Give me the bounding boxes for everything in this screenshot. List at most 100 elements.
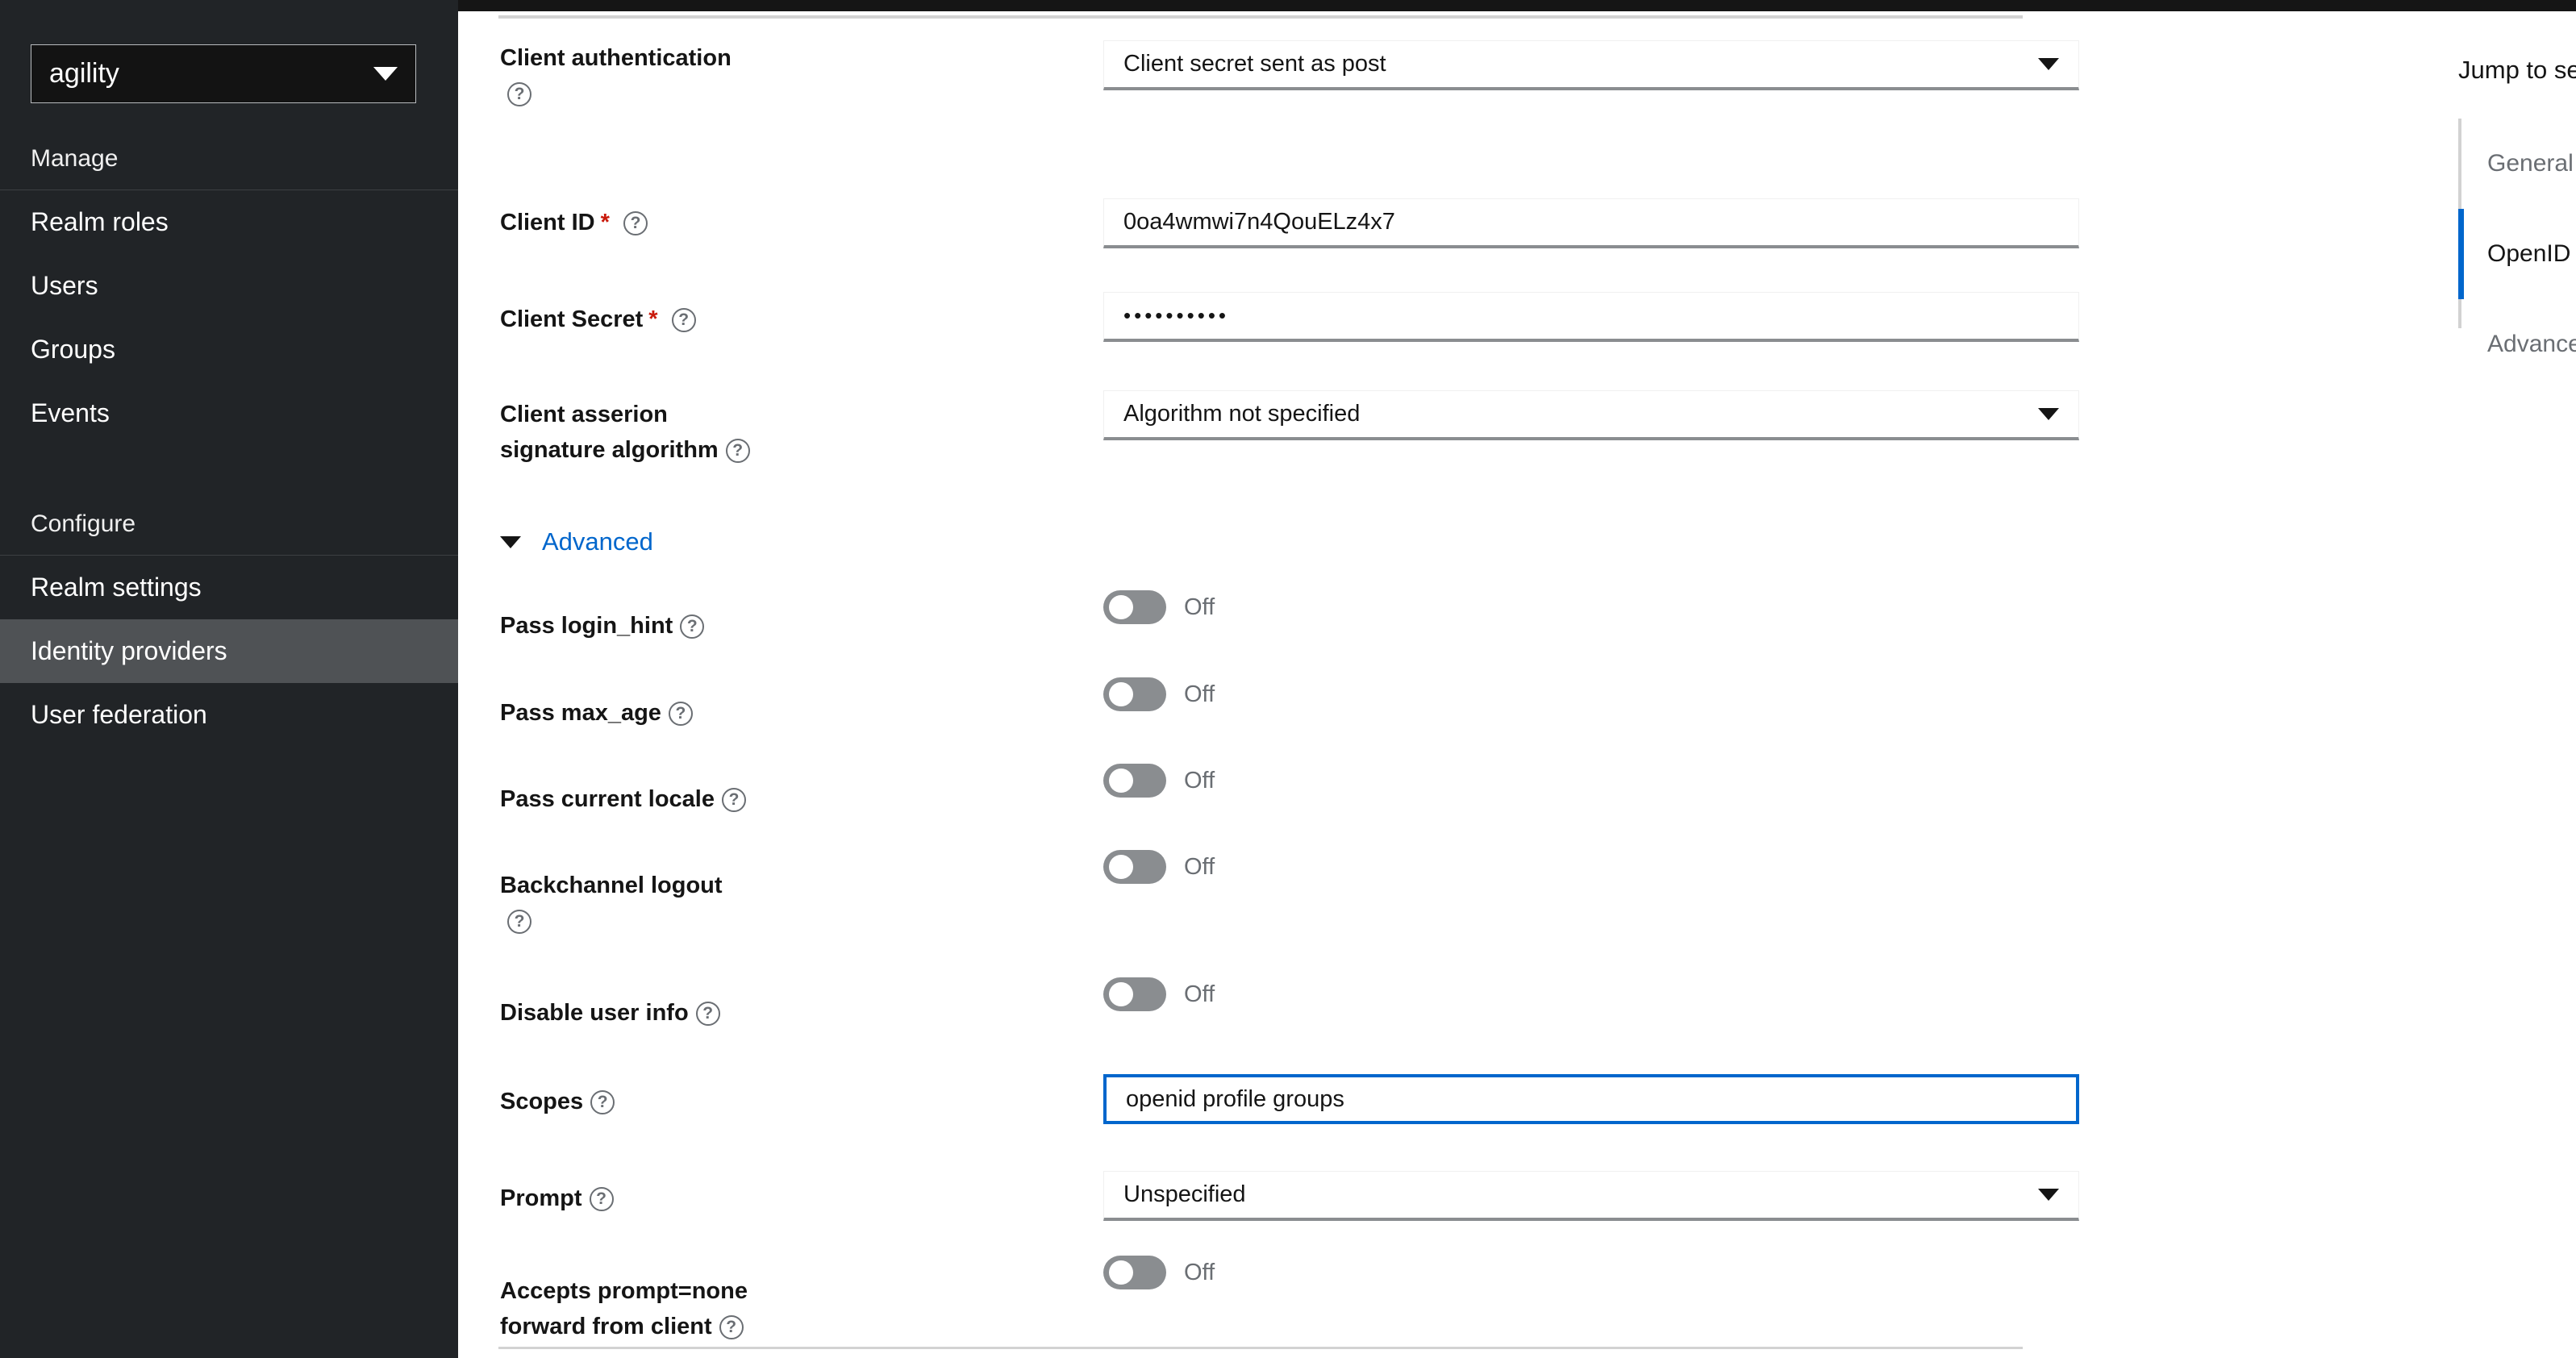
- jump-to-section-nav: General settings OpenID Connect settings…: [2458, 119, 2576, 389]
- client-assertion-line1: Client asserion: [500, 402, 668, 427]
- realm-selector[interactable]: agility: [31, 44, 416, 103]
- jump-to-section-panel: Jump to section General settings OpenID …: [2458, 11, 2576, 389]
- disable-user-info-label: Disable user info?: [500, 995, 766, 1031]
- help-icon[interactable]: ?: [680, 614, 705, 639]
- pass-max-age-state: Off: [1184, 681, 1215, 707]
- client-assertion-signature-algorithm-label: Client asserion signature algorithm?: [500, 397, 766, 468]
- client-secret-value: ••••••••••: [1123, 303, 1230, 327]
- client-id-value: 0oa4wmwi7n4QouELz4x7: [1123, 209, 1395, 235]
- scopes-value: openid profile groups: [1126, 1085, 1344, 1112]
- prompt-value: Unspecified: [1123, 1181, 1246, 1207]
- help-icon[interactable]: ?: [623, 211, 648, 236]
- backchannel-logout-state: Off: [1184, 853, 1215, 880]
- required-asterisk: *: [648, 306, 658, 332]
- scopes-input[interactable]: openid profile groups: [1103, 1074, 2079, 1124]
- accepts-prompt-none-toggle[interactable]: [1103, 1256, 1166, 1289]
- sidebar-item-label: User federation: [31, 700, 207, 729]
- jump-item-general-settings[interactable]: General settings: [2487, 119, 2576, 209]
- pass-login-hint-label: Pass login_hint?: [500, 608, 766, 644]
- sidebar-item-label: Realm roles: [31, 207, 169, 236]
- chevron-down-icon: [500, 535, 521, 548]
- jump-item-label: OpenID Connect settings: [2487, 240, 2576, 267]
- help-icon[interactable]: ?: [507, 82, 531, 107]
- client-assertion-line2: signature algorithm: [500, 437, 719, 463]
- jump-item-advanced-settings[interactable]: Advanced settings: [2487, 299, 2576, 389]
- disable-user-info-toggle-group: Off: [1103, 977, 1215, 1011]
- accepts-prompt-none-line2: forward from client: [500, 1314, 712, 1339]
- prompt-label: Prompt?: [500, 1181, 766, 1216]
- sidebar-item-label: Groups: [31, 335, 115, 364]
- pass-max-age-toggle[interactable]: [1103, 677, 1166, 711]
- toggle-knob: [1109, 682, 1133, 706]
- prompt-select[interactable]: Unspecified: [1103, 1171, 2079, 1221]
- pass-current-locale-toggle-group: Off: [1103, 764, 1215, 798]
- realm-selector-value: agility: [49, 58, 119, 89]
- sidebar-item-label: Identity providers: [31, 636, 227, 665]
- chevron-down-icon: [373, 67, 398, 81]
- chevron-down-icon: [2038, 408, 2059, 420]
- jump-item-label: Advanced settings: [2487, 331, 2576, 357]
- pass-current-locale-state: Off: [1184, 767, 1215, 794]
- accepts-prompt-none-line1: Accepts prompt=none: [500, 1278, 748, 1304]
- client-id-input[interactable]: 0oa4wmwi7n4QouELz4x7: [1103, 198, 2079, 248]
- sidebar-item-groups[interactable]: Groups: [0, 318, 458, 381]
- backchannel-logout-toggle-group: Off: [1103, 850, 1215, 884]
- client-assertion-signature-algorithm-value: Algorithm not specified: [1123, 401, 1361, 427]
- jump-item-label: General settings: [2487, 150, 2576, 177]
- toggle-knob: [1109, 595, 1133, 619]
- toggle-knob: [1109, 855, 1133, 879]
- client-assertion-signature-algorithm-select[interactable]: Algorithm not specified: [1103, 390, 2079, 440]
- pass-login-hint-state: Off: [1184, 594, 1215, 620]
- advanced-section-toggle[interactable]: Advanced: [500, 527, 653, 556]
- sidebar-nav: Manage Realm roles Users Groups Events C…: [0, 127, 458, 747]
- accepts-prompt-none-label: Accepts prompt=none forward from client?: [500, 1273, 766, 1344]
- client-secret-label: Client Secret * ?: [500, 302, 766, 337]
- help-icon[interactable]: ?: [719, 1315, 744, 1340]
- help-icon[interactable]: ?: [721, 788, 746, 813]
- client-authentication-select[interactable]: Client secret sent as post: [1103, 40, 2079, 90]
- disable-user-info-toggle[interactable]: [1103, 977, 1166, 1011]
- help-icon[interactable]: ?: [590, 1090, 615, 1115]
- required-asterisk: *: [600, 210, 610, 235]
- sidebar-item-identity-providers[interactable]: Identity providers: [0, 619, 458, 683]
- client-secret-input[interactable]: ••••••••••: [1103, 292, 2079, 342]
- sidebar-item-events[interactable]: Events: [0, 381, 458, 445]
- scopes-label: Scopes?: [500, 1084, 766, 1119]
- sidebar: agility Manage Realm roles Users Groups …: [0, 0, 458, 1358]
- sidebar-item-label: Events: [31, 398, 110, 427]
- client-id-label: Client ID * ?: [500, 205, 766, 240]
- client-authentication-label: Client authentication ?: [500, 40, 766, 111]
- sidebar-section-manage: Manage: [0, 127, 458, 190]
- disable-user-info-state: Off: [1184, 981, 1215, 1007]
- sidebar-item-realm-roles[interactable]: Realm roles: [0, 190, 458, 254]
- accepts-prompt-none-state: Off: [1184, 1259, 1215, 1285]
- help-icon[interactable]: ?: [668, 702, 693, 727]
- accepts-prompt-none-toggle-group: Off: [1103, 1256, 1215, 1289]
- toggle-knob: [1109, 769, 1133, 793]
- main-content: Client authentication ? Client secret se…: [458, 11, 2576, 1358]
- content-bottom-divider: [498, 1347, 2023, 1349]
- client-authentication-value: Client secret sent as post: [1123, 51, 1386, 77]
- help-icon[interactable]: ?: [507, 910, 531, 935]
- backchannel-logout-label: Backchannel logout ?: [500, 868, 766, 939]
- backchannel-logout-toggle[interactable]: [1103, 850, 1166, 884]
- toggle-knob: [1109, 982, 1133, 1006]
- advanced-section-label: Advanced: [542, 527, 653, 556]
- pass-current-locale-toggle[interactable]: [1103, 764, 1166, 798]
- sidebar-item-user-federation[interactable]: User federation: [0, 683, 458, 747]
- pass-max-age-toggle-group: Off: [1103, 677, 1215, 711]
- sidebar-item-label: Users: [31, 271, 98, 300]
- sidebar-item-users[interactable]: Users: [0, 254, 458, 318]
- jump-item-openid-connect-settings[interactable]: OpenID Connect settings: [2458, 209, 2576, 299]
- help-icon[interactable]: ?: [695, 1002, 720, 1027]
- help-icon[interactable]: ?: [725, 439, 750, 464]
- sidebar-item-realm-settings[interactable]: Realm settings: [0, 556, 458, 619]
- pass-login-hint-toggle[interactable]: [1103, 590, 1166, 624]
- sidebar-item-label: Realm settings: [31, 573, 202, 602]
- help-icon[interactable]: ?: [671, 308, 696, 333]
- help-icon[interactable]: ?: [589, 1187, 614, 1212]
- chevron-down-icon: [2038, 1189, 2059, 1201]
- sidebar-section-configure: Configure: [0, 493, 458, 556]
- pass-current-locale-label: Pass current locale?: [500, 781, 766, 817]
